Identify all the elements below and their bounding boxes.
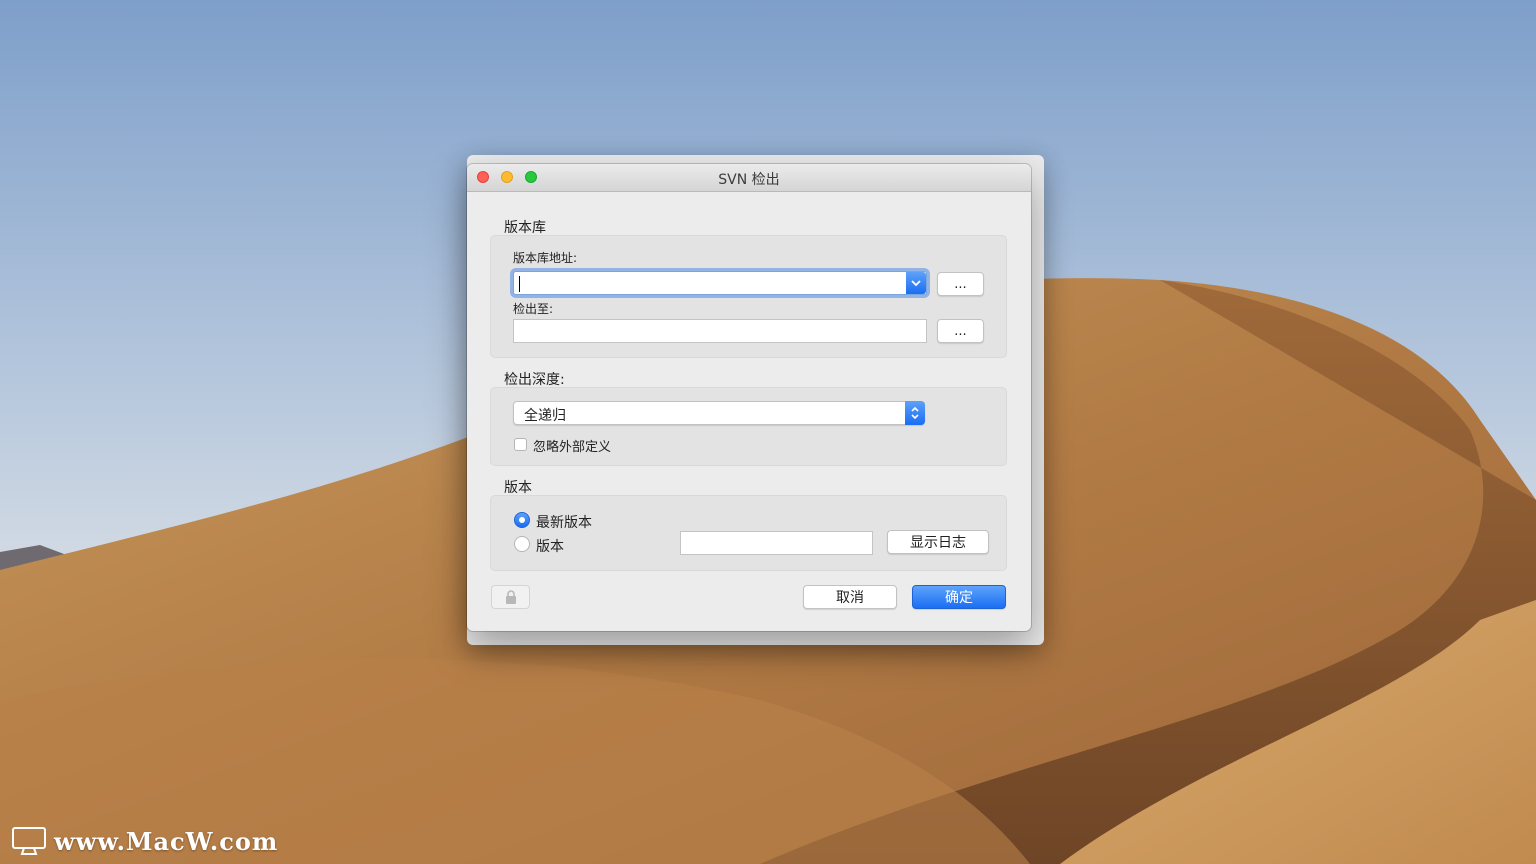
checkout-to-label: 检出至: (513, 302, 554, 316)
lock-icon (505, 589, 516, 604)
checkout-browse-button[interactable]: ... (937, 319, 984, 343)
text-cursor (519, 276, 520, 292)
title-bar[interactable]: SVN 检出 (467, 164, 1031, 192)
repository-browse-button[interactable]: ... (937, 272, 984, 296)
specific-revision-label: 版本 (536, 539, 564, 555)
watermark-text: www.MacW.com (54, 826, 279, 856)
depth-selected-value: 全递归 (524, 408, 566, 424)
lock-button[interactable] (491, 585, 530, 609)
revision-number-field[interactable] (680, 531, 873, 555)
chevron-down-icon[interactable] (906, 272, 926, 294)
depth-group: 全递归 忽略外部定义 (490, 387, 1007, 466)
cancel-button[interactable]: 取消 (803, 585, 897, 609)
watermark: www.MacW.com (12, 826, 278, 856)
checkout-to-field[interactable] (513, 319, 927, 343)
window-title: SVN 检出 (718, 172, 780, 188)
radio-specific-revision[interactable] (514, 536, 530, 552)
repository-group: 版本库地址: ... 检出至: ... (490, 235, 1007, 358)
up-down-arrows-icon (905, 401, 925, 425)
revision-group: 最新版本 版本 显示日志 (490, 495, 1007, 571)
repository-url-label: 版本库地址: (513, 251, 578, 265)
head-revision-label: 最新版本 (536, 515, 592, 531)
ignore-externals-label: 忽略外部定义 (533, 440, 612, 455)
ignore-externals-checkbox[interactable] (514, 438, 527, 451)
svn-checkout-dialog: SVN 检出 版本库 版本库地址: ... 检出至: ... 检出深度: 全递归… (467, 164, 1031, 631)
repository-section-label: 版本库 (504, 220, 546, 236)
revision-section-label: 版本 (504, 480, 532, 496)
depth-popup-button[interactable]: 全递归 (513, 401, 925, 425)
repository-url-combobox[interactable] (513, 271, 927, 295)
depth-section-label: 检出深度: (504, 372, 565, 388)
show-log-button[interactable]: 显示日志 (887, 530, 989, 554)
ok-button[interactable]: 确定 (912, 585, 1006, 609)
radio-head-revision[interactable] (514, 512, 530, 528)
monitor-logo-icon (12, 827, 46, 855)
